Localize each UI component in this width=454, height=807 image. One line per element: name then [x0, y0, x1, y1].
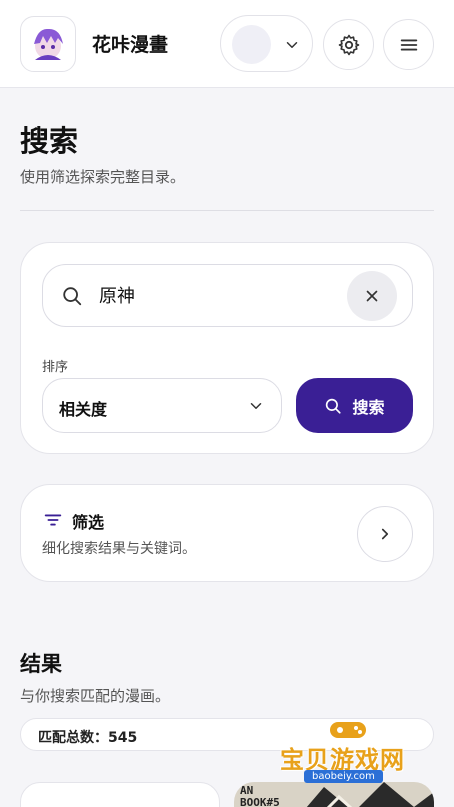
result-card[interactable] [20, 782, 220, 807]
watermark-url: baobeiy.com [304, 770, 383, 783]
divider [20, 210, 434, 211]
close-icon [366, 290, 378, 302]
chevron-down-icon [286, 42, 298, 48]
chevron-down-icon [250, 403, 262, 409]
avatar [232, 25, 271, 64]
results-title: 结果 [20, 652, 62, 676]
gear-icon [338, 34, 359, 55]
gamepad-icon [330, 722, 366, 738]
sort-value: 相关度 [59, 400, 108, 419]
results-count: 匹配总数：545 [38, 730, 138, 746]
filters-subtitle: 细化搜索结果与关键词。 [42, 541, 196, 557]
results-subtitle: 与你搜索匹配的漫画。 [20, 687, 171, 705]
search-button-label: 搜索 [352, 397, 385, 417]
logo-avatar-icon [34, 28, 63, 60]
search-field[interactable] [42, 264, 413, 327]
filter-icon [44, 514, 62, 526]
logo[interactable] [20, 16, 76, 72]
sort-select[interactable]: 相关度 [42, 378, 282, 433]
open-filters-button[interactable] [357, 506, 413, 562]
sort-label: 排序 [42, 360, 69, 375]
search-panel: 排序 相关度 搜索 [20, 242, 434, 454]
filters-panel[interactable]: 筛选 细化搜索结果与关键词。 [20, 484, 434, 582]
clear-search-button[interactable] [347, 271, 397, 321]
search-button[interactable]: 搜索 [296, 378, 413, 433]
page-title: 搜索 [20, 124, 79, 158]
filters-title: 筛选 [72, 513, 105, 532]
app-header: 花咔漫畫 [0, 0, 454, 88]
watermark: 宝贝游戏网 baobeiy.com [270, 712, 454, 792]
menu-button[interactable] [383, 19, 434, 70]
hamburger-icon [400, 39, 417, 50]
search-icon [326, 398, 342, 414]
search-icon [63, 287, 82, 306]
account-switcher[interactable] [220, 15, 313, 72]
app-title: 花咔漫畫 [92, 34, 169, 56]
page-subtitle: 使用筛选探索完整目录。 [20, 168, 186, 186]
settings-button[interactable] [323, 19, 374, 70]
search-input[interactable] [99, 284, 329, 305]
chevron-right-icon [381, 528, 389, 540]
